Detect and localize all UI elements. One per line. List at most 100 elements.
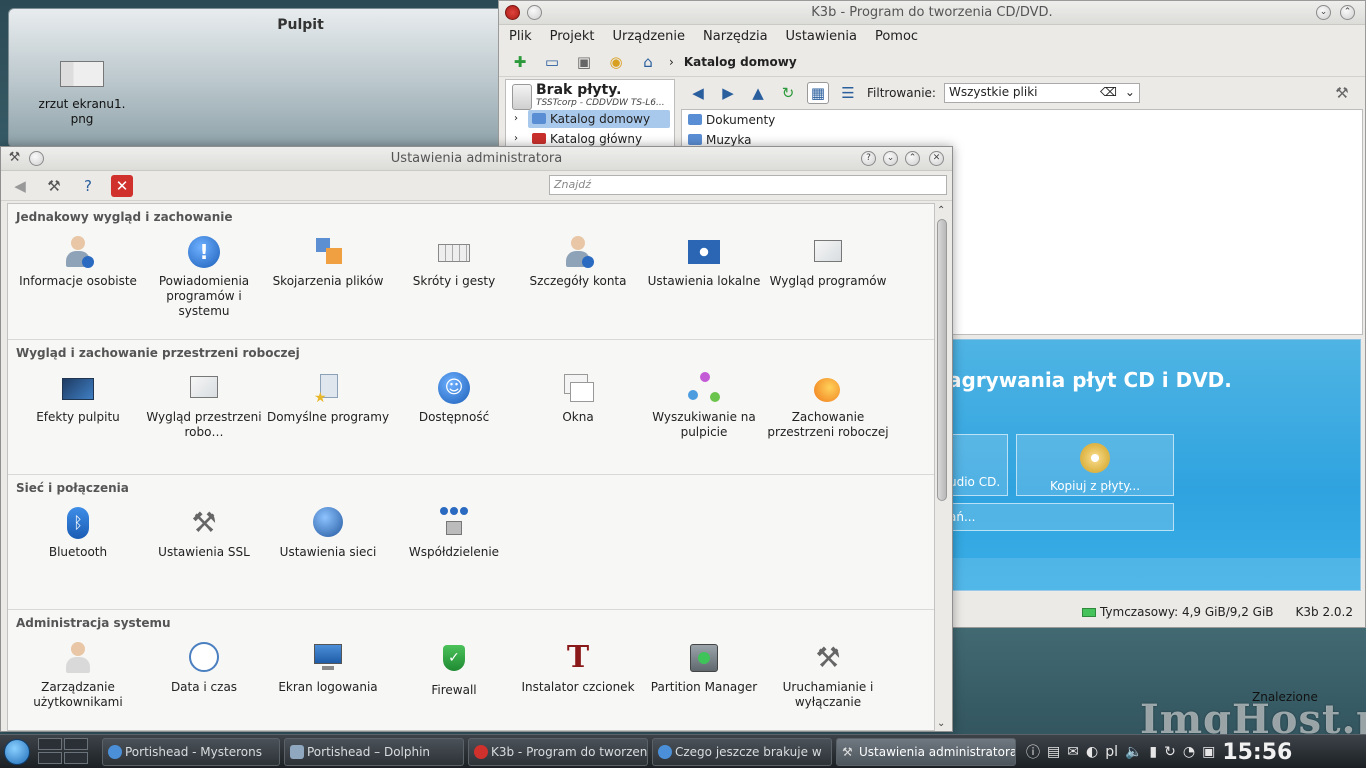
module-app-appearance[interactable]: Wygląd programów bbox=[766, 236, 890, 289]
k3b-minimize-icon[interactable]: ⌄ bbox=[1316, 5, 1331, 20]
settings-scrollbar[interactable]: ⌃ ⌄ bbox=[935, 203, 949, 731]
menu-plik[interactable]: Plik bbox=[509, 29, 532, 44]
scroll-down-icon[interactable]: ⌄ bbox=[937, 718, 945, 729]
task-k3b[interactable]: K3b - Program do tworzenia CD/DVD. bbox=[468, 738, 648, 766]
pager-desktop-4[interactable] bbox=[64, 752, 88, 764]
module-date-time[interactable]: Data i czas bbox=[142, 642, 266, 695]
settings-titlebar[interactable]: ⚒ Ustawienia administratora ? ⌄ ⌃ ✕ bbox=[1, 147, 952, 171]
task-dolphin[interactable]: Portishead – Dolphin bbox=[284, 738, 464, 766]
disc-copy-icon bbox=[1080, 443, 1110, 473]
filter-combobox[interactable]: Wszystkie pliki ⌫ ⌄ bbox=[943, 83, 1140, 103]
close-icon[interactable]: ✕ bbox=[929, 151, 944, 166]
module-default-apps[interactable]: ★ Domyślne programy bbox=[266, 372, 390, 425]
minimize-icon[interactable]: ⌄ bbox=[883, 151, 898, 166]
task-browser-2[interactable]: Czego jeszcze brakuje w bbox=[652, 738, 832, 766]
bluetooth-icon: ᛒ bbox=[62, 507, 94, 539]
copy-disc-button[interactable]: Kopiuj z płyty... bbox=[1016, 434, 1174, 496]
scrollbar-thumb[interactable] bbox=[937, 219, 947, 501]
new-audio-cd-button[interactable]: udio CD. bbox=[948, 434, 1008, 496]
locale-flag-icon bbox=[688, 236, 720, 268]
module-firewall[interactable]: ✓ Firewall bbox=[392, 642, 516, 698]
back-arrow-icon[interactable]: ◀ bbox=[687, 82, 709, 104]
file-item-dokumenty[interactable]: Dokumenty bbox=[682, 110, 1362, 130]
k3b-titlebar[interactable]: K3b - Program do tworzenia CD/DVD. ⌄ ⌃ bbox=[499, 1, 1365, 25]
volume-icon[interactable]: 🔈 bbox=[1125, 744, 1142, 760]
module-accessibility[interactable]: ☺ Dostępność bbox=[392, 372, 516, 425]
menu-urzadzenie[interactable]: Urządzenie bbox=[612, 29, 685, 44]
settings-wrench-icon[interactable]: ⚒ bbox=[1331, 82, 1353, 104]
pager-desktop-2[interactable] bbox=[64, 738, 88, 750]
wifi-icon[interactable]: ◔ bbox=[1183, 744, 1195, 760]
more-actions-button[interactable]: ań... bbox=[948, 503, 1174, 531]
module-network-settings[interactable]: Ustawienia sieci bbox=[266, 507, 390, 560]
menu-projekt[interactable]: Projekt bbox=[550, 29, 595, 44]
module-shortcuts[interactable]: Skróty i gesty bbox=[392, 236, 516, 289]
help-icon[interactable]: ? bbox=[861, 151, 876, 166]
task-portishead-player[interactable]: Portishead - Mysterons bbox=[102, 738, 280, 766]
menu-pomoc[interactable]: Pomoc bbox=[875, 29, 918, 44]
module-startup-shutdown[interactable]: ⚒ Uruchamianie i wyłączanie bbox=[766, 642, 890, 710]
module-workspace-appearance[interactable]: Wygląd przestrzeni robo… bbox=[142, 372, 266, 440]
drive-item[interactable]: Brak płyty. TSSTcorp - CDDVDW TS-L6... bbox=[506, 80, 674, 110]
open-icon[interactable]: ▭ bbox=[541, 51, 563, 73]
chevron-down-icon[interactable]: ⌄ bbox=[1125, 85, 1135, 99]
module-notifications[interactable]: ! Powiadomienia programów i systemu bbox=[142, 236, 266, 319]
pager-desktop-3[interactable] bbox=[38, 752, 62, 764]
module-partition-manager[interactable]: Partition Manager bbox=[642, 642, 766, 695]
device-icon[interactable]: ▣ bbox=[1202, 744, 1215, 760]
module-bluetooth[interactable]: ᛒ Bluetooth bbox=[16, 507, 140, 560]
update-icon[interactable]: ↻ bbox=[1164, 744, 1176, 760]
module-desktop-search[interactable]: Wyszukiwanie na pulpicie bbox=[642, 372, 766, 440]
appearance-icon bbox=[812, 236, 844, 268]
desktop-pager[interactable] bbox=[38, 738, 90, 766]
reload-icon[interactable]: ↻ bbox=[777, 82, 799, 104]
new-project-icon[interactable]: ✚ bbox=[509, 51, 531, 73]
system-settings-window: ⚒ Ustawienia administratora ? ⌄ ⌃ ✕ ◀ ⚒ … bbox=[0, 146, 953, 732]
configure-icon[interactable]: ⚒ bbox=[43, 175, 65, 197]
module-desktop-effects[interactable]: Efekty pulpitu bbox=[16, 372, 140, 425]
clapperboard-icon[interactable]: ▤ bbox=[1047, 744, 1060, 760]
clock[interactable]: 15:56 bbox=[1222, 740, 1292, 765]
module-user-management[interactable]: Zarządzanie użytkownikami bbox=[16, 642, 140, 710]
up-arrow-icon[interactable]: ▲ bbox=[747, 82, 769, 104]
back-icon[interactable]: ◀ bbox=[9, 175, 31, 197]
module-ssl[interactable]: ⚒ Ustawienia SSL bbox=[142, 507, 266, 560]
search-input[interactable]: Znajdź bbox=[549, 175, 947, 195]
module-personal-info[interactable]: Informacje osobiste bbox=[16, 236, 140, 289]
network-manager-icon[interactable]: ◐ bbox=[1086, 744, 1098, 760]
quit-icon[interactable]: ✕ bbox=[111, 174, 133, 197]
icon-view-icon[interactable]: ▦ bbox=[807, 82, 829, 104]
clear-filter-icon[interactable]: ⌫ bbox=[1100, 85, 1117, 99]
battery-icon[interactable]: ▮ bbox=[1149, 744, 1157, 760]
keyboard-layout[interactable]: pl bbox=[1105, 744, 1118, 760]
module-locale[interactable]: Ustawienia lokalne bbox=[642, 236, 766, 289]
desktop-file-icon[interactable]: zrzut ekranu1. png bbox=[37, 61, 127, 127]
menu-narzedzia[interactable]: Narzędzia bbox=[703, 29, 768, 44]
module-login-screen[interactable]: Ekran logowania bbox=[266, 642, 390, 695]
application-launcher-icon[interactable] bbox=[4, 739, 30, 765]
task-system-settings[interactable]: ⚒ Ustawienia administratora bbox=[836, 738, 1016, 766]
menu-ustawienia[interactable]: Ustawienia bbox=[786, 29, 857, 44]
home-folder-icon[interactable]: ⌂ bbox=[637, 51, 659, 73]
expand-arrow-icon[interactable]: › bbox=[514, 110, 518, 128]
tree-item-home[interactable]: › Katalog domowy bbox=[514, 110, 670, 128]
save-icon[interactable]: ▣ bbox=[573, 51, 595, 73]
detail-view-icon[interactable]: ☰ bbox=[837, 82, 859, 104]
module-account-details[interactable]: Szczegóły konta bbox=[516, 236, 640, 289]
burn-icon[interactable]: ◉ bbox=[605, 51, 627, 73]
module-sharing[interactable]: Współdzielenie bbox=[392, 507, 516, 560]
help-menu-icon[interactable]: ? bbox=[77, 175, 99, 197]
forward-arrow-icon[interactable]: ▶ bbox=[717, 82, 739, 104]
k3b-maximize-icon[interactable]: ⌃ bbox=[1340, 5, 1355, 20]
maximize-icon[interactable]: ⌃ bbox=[905, 151, 920, 166]
pager-desktop-1[interactable] bbox=[38, 738, 62, 750]
module-font-installer[interactable]: T Instalator czcionek bbox=[516, 642, 640, 695]
module-file-associations[interactable]: Skojarzenia plików bbox=[266, 236, 390, 289]
breadcrumb[interactable]: Katalog domowy bbox=[684, 55, 797, 69]
mail-icon[interactable]: ✉ bbox=[1067, 744, 1079, 760]
module-workspace-behavior[interactable]: Zachowanie przestrzeni roboczej bbox=[766, 372, 890, 440]
module-windows[interactable]: Okna bbox=[516, 372, 640, 425]
info-icon[interactable]: ⓘ bbox=[1026, 742, 1040, 762]
module-label: Ustawienia lokalne bbox=[647, 274, 761, 288]
scroll-up-icon[interactable]: ⌃ bbox=[937, 205, 945, 216]
